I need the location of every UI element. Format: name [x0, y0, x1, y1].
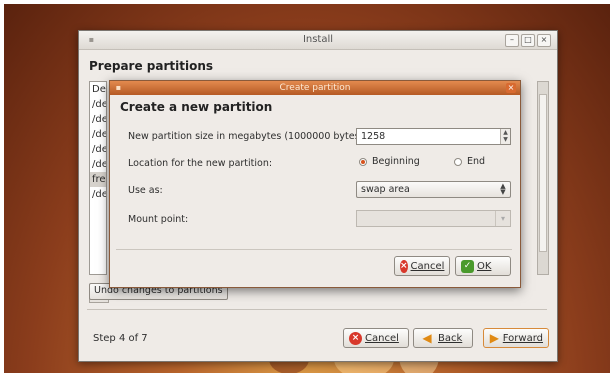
size-label: New partition size in megabytes (1000000… [128, 131, 367, 142]
partition-size-input[interactable]: 1258 ▲ ▼ [356, 128, 511, 145]
radio-beginning-label: Beginning [372, 156, 420, 167]
forward-button-label: Forward [502, 332, 543, 344]
combo-arrows-icon: ▲ ▼ [500, 182, 506, 196]
table-row[interactable]: /de [90, 142, 106, 157]
table-header[interactable]: Dev [90, 82, 106, 97]
divider [116, 249, 512, 250]
table-row[interactable]: /de [90, 157, 106, 172]
radio-end-label: End [467, 156, 486, 167]
size-spin-icon[interactable]: ▲ ▼ [500, 129, 510, 144]
close-icon[interactable]: × [537, 34, 551, 47]
cancel-icon: × [400, 259, 408, 273]
divider [87, 309, 547, 310]
window-menu-icon[interactable]: ▪ [87, 35, 96, 44]
dialog-title: Create partition [279, 83, 351, 93]
mount-point-label: Mount point: [128, 214, 189, 225]
cancel-icon: × [349, 331, 362, 345]
dialog-cancel-button[interactable]: × Cancel [394, 256, 450, 276]
radio-selected-icon[interactable] [359, 157, 367, 166]
window-title: Install [302, 34, 334, 45]
partition-table[interactable]: Dev /dev /de /de /de /de fre /de [89, 81, 107, 275]
use-as-select[interactable]: swap area ▲ ▼ [356, 181, 511, 198]
ok-button-label: OK [477, 260, 492, 272]
location-label: Location for the new partition: [128, 158, 273, 169]
use-as-label: Use as: [128, 185, 163, 196]
cancel-button[interactable]: × Cancel [343, 328, 409, 348]
checkmark-icon: ✓ [461, 259, 474, 273]
dialog-cancel-label: Cancel [410, 260, 445, 272]
window-controls: – □ × [505, 34, 551, 47]
arrow-left-icon: ◀ [422, 330, 432, 345]
radio-unselected-icon[interactable] [454, 157, 462, 166]
dialog-titlebar[interactable]: ▪ Create partition × [110, 81, 520, 95]
create-partition-dialog: ▪ Create partition × Create a new partit… [109, 80, 521, 288]
radio-beginning[interactable]: Beginning [359, 156, 420, 167]
partition-size-value: 1258 [361, 131, 386, 142]
table-row[interactable]: /de [90, 112, 106, 127]
page-title: Prepare partitions [89, 59, 214, 73]
scrollbar-thumb[interactable] [539, 94, 547, 252]
table-row[interactable]: /de [90, 187, 106, 202]
chevron-down-icon: ▾ [495, 211, 510, 226]
minimize-icon[interactable]: – [505, 34, 519, 47]
table-row[interactable]: /de [90, 127, 106, 142]
maximize-icon[interactable]: □ [521, 34, 535, 47]
ok-button[interactable]: ✓ OK [455, 256, 511, 276]
window-titlebar[interactable]: ▪ Install – □ × [79, 31, 557, 50]
dialog-menu-icon[interactable]: ▪ [114, 83, 123, 92]
step-indicator: Step 4 of 7 [93, 333, 148, 344]
table-row-selected[interactable]: fre [90, 172, 106, 187]
forward-button[interactable]: ▶ Forward [483, 328, 549, 348]
radio-end[interactable]: End [454, 156, 485, 167]
dialog-heading: Create a new partition [120, 100, 273, 114]
cancel-button-label: Cancel [365, 332, 399, 344]
back-button-label: Back [438, 332, 463, 344]
back-button[interactable]: ◀ Back [413, 328, 473, 348]
arrow-right-icon: ▶ [489, 330, 499, 345]
dialog-close-icon[interactable]: × [506, 83, 516, 93]
mount-point-select[interactable]: ▾ [356, 210, 511, 227]
table-scrollbar[interactable] [537, 81, 549, 275]
use-as-value: swap area [361, 184, 410, 195]
table-row[interactable]: /dev [90, 97, 106, 112]
